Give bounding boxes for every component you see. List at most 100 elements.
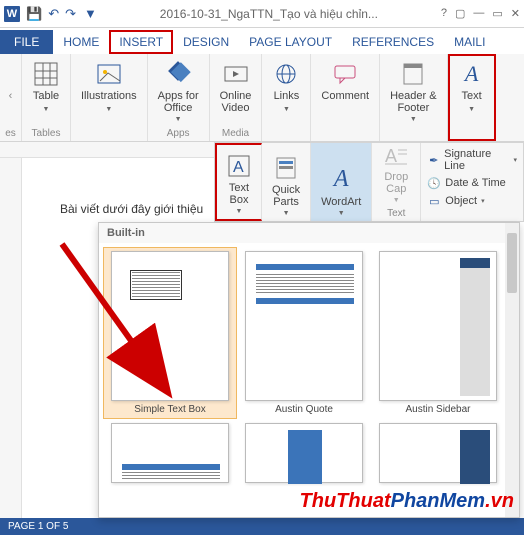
- body-text-line: Bài viết dưới đây giới thiệu: [60, 202, 203, 216]
- illustrations-button[interactable]: Illustrations▼: [77, 58, 141, 116]
- title-bar: W 💾 ↶ ↷ ▼ 2016-10-31_NgaTTN_Tạo và hiệu …: [0, 0, 524, 28]
- tab-design[interactable]: DESIGN: [173, 30, 239, 54]
- object-icon: ▭: [427, 194, 441, 208]
- tab-file[interactable]: FILE: [0, 30, 53, 54]
- close-icon[interactable]: ✕: [511, 7, 520, 20]
- object-button[interactable]: ▭Object ▾: [427, 193, 517, 209]
- thumb-simple-text-box: [111, 251, 229, 401]
- undo-icon[interactable]: ↶: [48, 6, 59, 22]
- text-label: Text: [461, 90, 481, 102]
- chevron-down-icon: ▼: [410, 116, 417, 123]
- ribbon-tabs: FILE HOME INSERT DESIGN PAGE LAYOUT REFE…: [0, 28, 524, 54]
- table-button[interactable]: Table ▼: [28, 58, 64, 116]
- apps-label: Apps for Office: [158, 90, 199, 114]
- chevron-down-icon: ▼: [283, 210, 290, 217]
- chevron-down-icon: ▼: [175, 116, 182, 123]
- maximize-icon[interactable]: ▭: [492, 7, 502, 20]
- gallery-item-austin-sidebar[interactable]: Austin Sidebar: [371, 247, 505, 419]
- quick-parts-icon: [272, 154, 300, 182]
- gallery-item-5[interactable]: [237, 419, 371, 487]
- apps-icon: [164, 60, 192, 88]
- svg-text:A: A: [233, 159, 244, 176]
- wordart-button[interactable]: A WordArt ▼: [317, 164, 365, 219]
- illustrations-label: Illustrations: [81, 90, 137, 102]
- quick-access-toolbar: 💾 ↶ ↷ ▼: [26, 6, 97, 22]
- gallery-item-simple-text-box[interactable]: Simple Text Box: [103, 247, 237, 419]
- comment-icon: [331, 60, 359, 88]
- thumb-5: [245, 423, 363, 483]
- minimize-icon[interactable]: —: [473, 7, 484, 20]
- tab-references[interactable]: REFERENCES: [342, 30, 444, 54]
- gallery-scrollbar[interactable]: [505, 223, 519, 517]
- tab-home[interactable]: HOME: [53, 30, 109, 54]
- gallery-caption: Austin Quote: [275, 404, 333, 415]
- chevron-down-icon: ▾: [481, 197, 485, 205]
- media-group-label: Media: [222, 128, 249, 139]
- illustrations-group-label: [107, 128, 110, 139]
- gallery-item-6[interactable]: [371, 419, 505, 487]
- apps-group-label: Apps: [167, 128, 190, 139]
- header-footer-label: Header & Footer: [390, 90, 436, 114]
- text-box-icon: A: [225, 152, 253, 180]
- tab-mailings[interactable]: MAILI: [444, 30, 495, 54]
- gallery-caption: Austin Sidebar: [405, 404, 470, 415]
- header-footer-icon: [399, 60, 427, 88]
- date-time-icon: 🕓: [427, 176, 441, 190]
- vertical-ruler[interactable]: [0, 158, 22, 534]
- word-app-icon: W: [4, 6, 20, 22]
- redo-icon[interactable]: ↷: [65, 6, 76, 22]
- links-icon: [272, 60, 300, 88]
- signature-icon: ✒: [427, 153, 440, 167]
- quick-parts-button[interactable]: Quick Parts ▼: [268, 152, 304, 219]
- chevron-down-icon: ▾: [513, 156, 517, 164]
- thumb-6: [379, 423, 497, 483]
- page-indicator[interactable]: PAGE 1 OF 5: [8, 521, 68, 532]
- video-icon: [222, 60, 250, 88]
- watermark: ThuThuatPhanMem.vn: [300, 490, 514, 513]
- status-bar: PAGE 1 OF 5: [0, 518, 524, 535]
- gallery-item-austin-quote[interactable]: Austin Quote: [237, 247, 371, 419]
- links-label: Links: [274, 90, 300, 102]
- video-label: Online Video: [220, 90, 252, 114]
- ribbon-options-icon[interactable]: ▢: [455, 7, 465, 20]
- save-icon[interactable]: 💾: [26, 6, 42, 22]
- text-a-icon: A: [458, 60, 486, 88]
- qat-dropdown-icon[interactable]: ▼: [84, 6, 97, 22]
- ribbon: ‹ es Table▼ Tables Illustrations▼: [0, 54, 524, 142]
- signature-line-button[interactable]: ✒Signature Line ▾: [427, 147, 517, 173]
- drop-cap-label: Drop Cap: [384, 171, 408, 195]
- wordart-icon: A: [327, 166, 355, 194]
- thumb-austin-quote: [245, 251, 363, 401]
- tab-insert[interactable]: INSERT: [109, 30, 173, 54]
- header-footer-button[interactable]: Header & Footer ▼: [386, 58, 440, 125]
- table-icon: [32, 60, 60, 88]
- pages-label-partial: es: [5, 128, 16, 139]
- gallery-item-4[interactable]: [103, 419, 237, 487]
- text-group-label: Text: [387, 208, 405, 219]
- text-box-button[interactable]: A Text Box ▼: [221, 150, 257, 217]
- help-icon[interactable]: ?: [441, 7, 447, 20]
- table-label: Table: [33, 90, 59, 102]
- drop-cap-icon: A: [382, 141, 410, 169]
- drop-cap-button[interactable]: A Drop Cap ▼: [378, 139, 414, 206]
- chevron-down-icon: ▼: [283, 106, 290, 113]
- chevron-down-icon: ▼: [338, 210, 345, 217]
- pages-button[interactable]: ‹: [2, 66, 20, 126]
- text-dropdown-button[interactable]: A Text▼: [454, 58, 490, 116]
- document-area: Bài viết dưới đây giới thiệu A Text Box …: [0, 142, 524, 518]
- comment-button[interactable]: Comment: [317, 58, 373, 104]
- tables-group-label: Tables: [32, 128, 61, 139]
- gallery-section-header: Built-in: [99, 223, 519, 243]
- comment-label: Comment: [321, 90, 369, 102]
- quick-parts-label: Quick Parts: [272, 184, 300, 208]
- chevron-down-icon: ▼: [236, 208, 243, 215]
- chevron-down-icon: ▼: [43, 106, 50, 113]
- tab-page-layout[interactable]: PAGE LAYOUT: [239, 30, 342, 54]
- apps-for-office-button[interactable]: Apps for Office ▼: [154, 58, 203, 125]
- links-button[interactable]: Links ▼: [268, 58, 304, 116]
- chevron-left-icon: ‹: [9, 90, 13, 102]
- online-video-button[interactable]: Online Video: [216, 58, 256, 116]
- chevron-down-icon: ▼: [393, 197, 400, 204]
- date-time-button[interactable]: 🕓Date & Time: [427, 175, 517, 191]
- window-controls: ? ▢ — ▭ ✕: [441, 7, 520, 20]
